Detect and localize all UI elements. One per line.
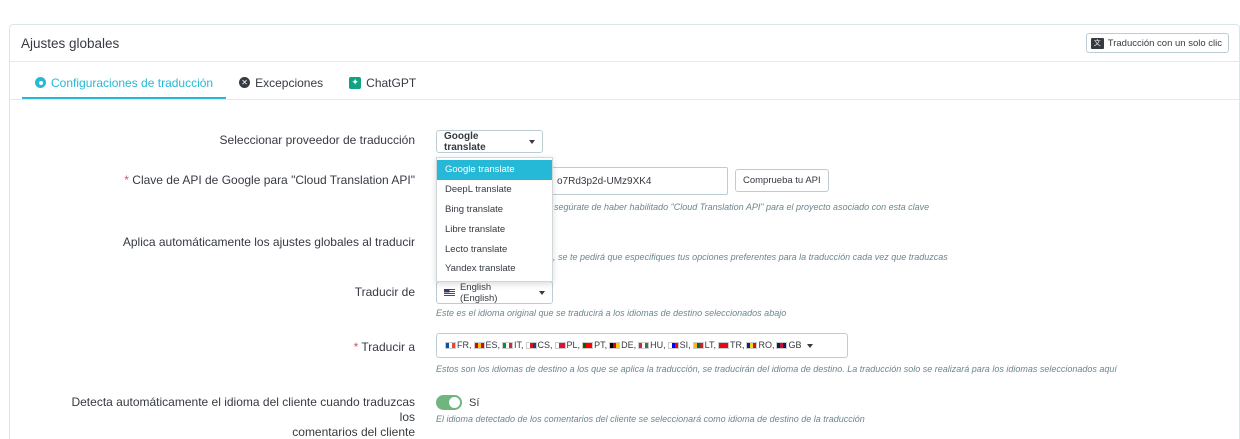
language-code: TR, (729, 340, 745, 351)
language-chip-lt: LT, (692, 340, 716, 351)
one-click-translation-button[interactable]: 文 Traducción con un solo clic (1085, 33, 1229, 53)
language-chip-fr: FR, (445, 340, 472, 350)
language-chip-de: DE, (609, 340, 636, 350)
translate-to-label-text: Traducir a (361, 340, 415, 354)
flag-de-icon (609, 341, 621, 349)
language-chip-hu: HU, (638, 340, 666, 350)
auto-apply-help: , se te pedirá que especifiques tus opci… (553, 252, 948, 262)
close-circle-icon: ✕ (239, 77, 251, 88)
translate-to-label: * Traducir a (100, 340, 415, 354)
detect-language-help: El idioma detectado de los comentarios d… (436, 414, 865, 424)
chevron-down-icon (529, 139, 535, 144)
flag-fr-icon (445, 341, 456, 349)
provider-select[interactable]: Google translate (436, 130, 543, 153)
provider-option[interactable]: Bing translate (437, 200, 552, 220)
translate-from-help: Este es el idioma original que se traduc… (436, 308, 787, 318)
auto-apply-label: Aplica automáticamente los ajustes globa… (122, 235, 415, 249)
detect-language-label-line1: Detecta automáticamente el idioma del cl… (71, 395, 415, 424)
required-mark: * (353, 340, 359, 354)
language-chip-pl: PL, (554, 340, 581, 351)
tab-label: Configuraciones de traducción (51, 75, 214, 90)
test-api-button[interactable]: Comprueba tu API (735, 169, 829, 192)
one-click-translation-label: Traducción con un solo clic (1107, 37, 1222, 49)
language-chip-tr: TR, (717, 340, 745, 351)
translate-from-value: English (English) (459, 281, 498, 304)
detect-language-label: Detecta automáticamente el idioma del cl… (60, 395, 415, 439)
tab-chatgpt[interactable]: ✦ ChatGPT (336, 65, 429, 100)
flag-tr-icon (717, 341, 729, 349)
flag-ro-icon (746, 341, 758, 349)
tab-label: Excepciones (255, 75, 324, 90)
flag-pl-icon (554, 341, 566, 349)
flag-lt-icon (692, 341, 704, 349)
api-key-help: segúrate de haber habilitado "Cloud Tran… (554, 202, 930, 212)
chatgpt-icon: ✦ (349, 76, 362, 89)
detect-language-toggle[interactable] (436, 395, 462, 410)
language-chip-it: IT, (502, 340, 524, 350)
language-chip-si: SI, (667, 340, 691, 351)
flag-us-icon (444, 289, 455, 296)
tab-exceptions[interactable]: ✕ Excepciones (226, 65, 336, 100)
tab-translation-settings[interactable]: Configuraciones de traducción (22, 65, 227, 100)
provider-option[interactable]: DeepL translate (437, 180, 552, 200)
translate-from-label: Traducir de (354, 285, 415, 299)
flag-hu-icon (638, 341, 650, 349)
panel-title: Ajustes globales (21, 35, 120, 51)
language-code: PL, (566, 340, 581, 351)
detect-language-toggle-label: Sí (469, 397, 480, 409)
api-key-label: * Clave de API de Google para "Cloud Tra… (100, 173, 415, 187)
flag-it-icon (502, 341, 514, 349)
language-code: SI, (679, 340, 691, 351)
required-mark: * (124, 173, 129, 187)
translate-to-help: Estos son los idiomas de destino a los q… (436, 364, 1117, 374)
provider-option[interactable]: Yandex translate (437, 259, 552, 279)
flag-cs-icon (525, 341, 537, 349)
detect-language-label-line2: comentarios del cliente (292, 425, 415, 439)
provider-option[interactable]: Libre translate (437, 219, 552, 239)
language-list: FR, ES, IT, CS, PL, PT, DE, HU, SI, LT, … (445, 340, 803, 351)
language-chip-pt: PT, (582, 340, 607, 350)
language-code: DE, (621, 340, 637, 351)
chevron-down-icon (539, 290, 545, 295)
provider-option[interactable]: Google translate (437, 160, 552, 180)
language-code: LT, (704, 340, 716, 351)
language-code: FR, (457, 340, 472, 351)
language-chip-cs: CS, (525, 340, 553, 351)
translate-to-select[interactable]: FR, ES, IT, CS, PL, PT, DE, HU, SI, LT, … (436, 333, 848, 358)
language-code: ES, (485, 340, 501, 351)
tab-divider (10, 99, 1239, 100)
language-code: GB (788, 340, 802, 351)
translate-icon: 文 (1090, 37, 1104, 49)
language-chip-gb: GB (776, 340, 801, 350)
api-key-label-text: Clave de API de Google para "Cloud Trans… (132, 173, 415, 187)
provider-selected: Google translate (444, 130, 486, 153)
language-chip-es: ES, (473, 340, 501, 351)
flag-es-icon (473, 341, 485, 349)
language-chip-ro: RO, (746, 340, 774, 350)
provider-label: Seleccionar proveedor de traducción (219, 133, 415, 147)
language-code: HU, (650, 340, 666, 351)
api-key-value: o7Rd3p2d-UMz9XK4 (557, 175, 652, 187)
chevron-down-icon (807, 343, 814, 348)
language-code: CS, (537, 340, 553, 351)
language-code: IT, (514, 340, 524, 351)
language-code: PT, (594, 340, 608, 351)
global-settings-panel: Ajustes globales 文 Traducción con un sol… (9, 24, 1240, 439)
test-api-label: Comprueba tu API (743, 175, 821, 186)
gear-icon (35, 77, 46, 88)
tabs: Configuraciones de traducción ✕ Excepcio… (22, 65, 429, 100)
flag-gb-icon (776, 341, 788, 349)
flag-si-icon (667, 341, 679, 349)
provider-dropdown-menu: Google translate DeepL translate Bing tr… (436, 157, 553, 282)
provider-option[interactable]: Lecto translate (437, 239, 552, 259)
translate-from-select[interactable]: English (English) (436, 281, 553, 304)
flag-pt-icon (582, 341, 594, 349)
tab-label: ChatGPT (366, 75, 417, 90)
panel-header: Ajustes globales (10, 25, 1239, 62)
language-code: RO, (758, 340, 775, 351)
